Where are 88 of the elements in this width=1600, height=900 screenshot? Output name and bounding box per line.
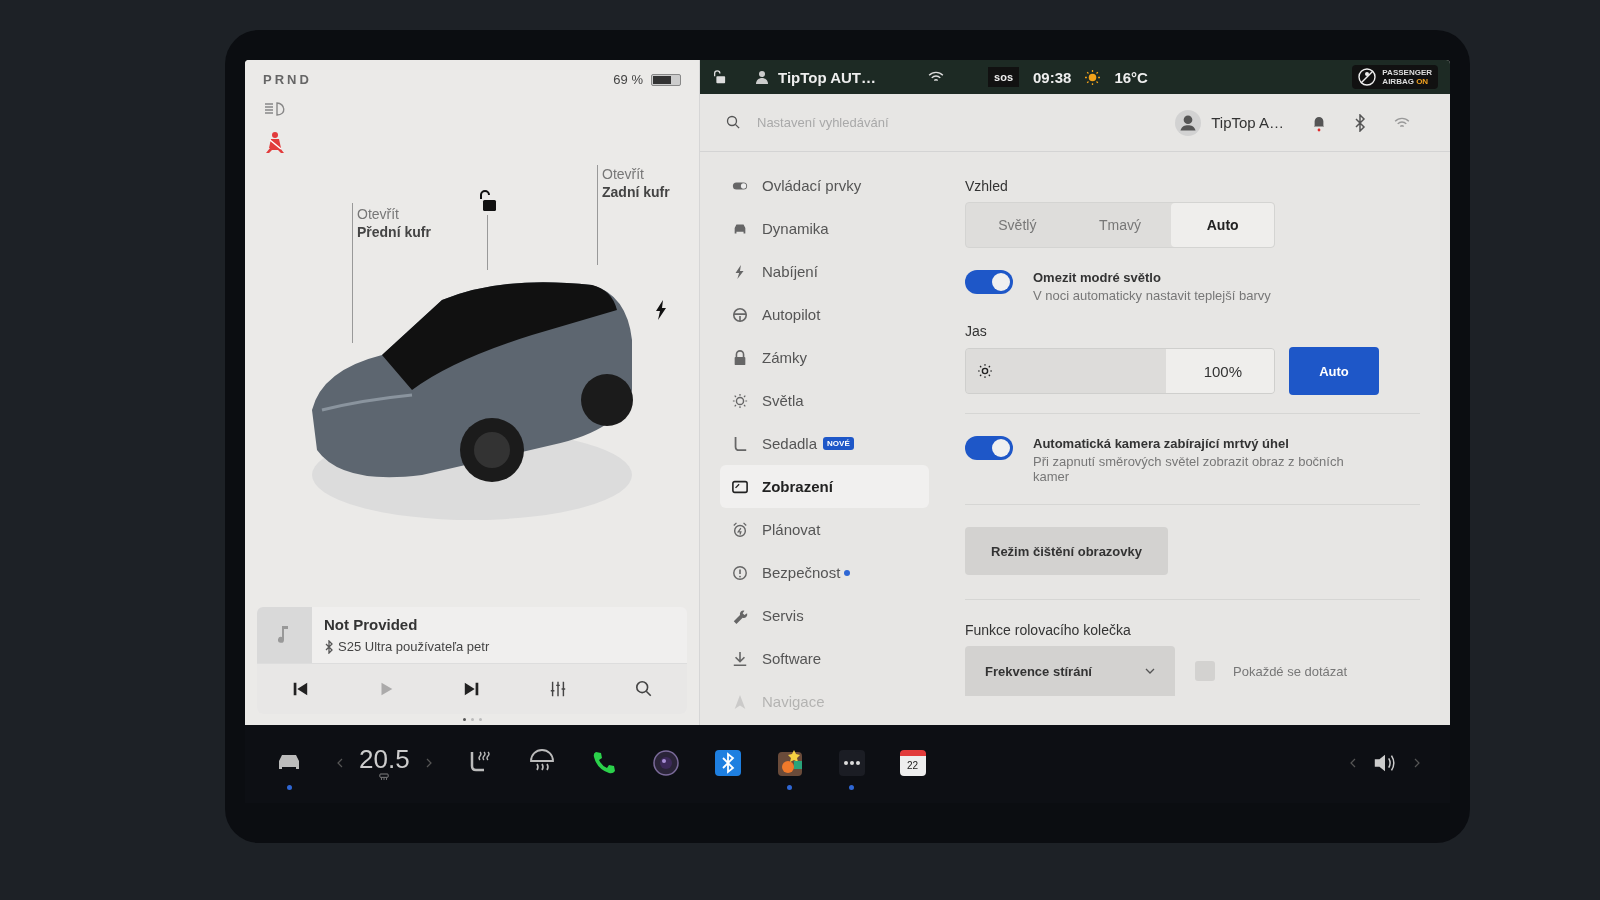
trunk-button[interactable]: Otevřít Zadní kufr xyxy=(602,165,670,201)
page-indicator-dot[interactable] xyxy=(462,718,466,721)
battery-icon xyxy=(651,73,681,86)
display-icon xyxy=(732,478,748,495)
airbag-state: AIRBAG ON xyxy=(1382,77,1430,86)
padlock-icon xyxy=(732,349,748,366)
download-icon xyxy=(732,650,748,667)
page-indicator-dot[interactable] xyxy=(478,718,482,721)
profile-name[interactable]: TipTop A… xyxy=(1211,114,1284,131)
sidebar-item[interactable]: Dynamika xyxy=(720,207,929,250)
clock: 09:38 xyxy=(1033,68,1072,86)
chevron-right-icon[interactable] xyxy=(1414,757,1420,768)
alarm-clock-icon xyxy=(732,521,748,538)
appearance-option[interactable]: Světlý xyxy=(966,203,1069,247)
calendar-icon[interactable]: 22 xyxy=(899,749,926,776)
steering-wheel-icon xyxy=(732,306,748,323)
avatar-icon[interactable] xyxy=(1175,109,1202,136)
sun-icon xyxy=(978,364,992,378)
sos-badge[interactable]: sos xyxy=(988,67,1019,87)
previous-track-icon xyxy=(291,680,309,698)
section-label: Funkce rolovacího kolečka xyxy=(965,622,1132,638)
trunk-button[interactable]: Otevřít Přední kufr xyxy=(357,205,431,241)
airbag-off-icon xyxy=(1358,68,1377,86)
setting-description: Při zapnutí směrových světel zobrazit obraz z bočních kamer xyxy=(1033,454,1345,484)
lightning-icon[interactable] xyxy=(655,300,667,320)
seatbelt-warning-icon xyxy=(263,131,287,155)
exclamation-circle-icon xyxy=(732,564,748,581)
search-icon xyxy=(635,680,653,698)
person-icon[interactable] xyxy=(754,69,770,85)
airbag-label: PASSENGER xyxy=(1382,68,1432,77)
seat-icon xyxy=(732,435,748,452)
chevron-down-icon xyxy=(1145,668,1155,674)
sidebar-item[interactable]: Servis xyxy=(720,594,929,637)
equalizer-icon xyxy=(549,680,567,698)
battery-percentage: 69 % xyxy=(613,72,643,87)
bluetooth-icon[interactable] xyxy=(1354,113,1366,132)
next-track-icon xyxy=(463,680,481,698)
sidebar-item[interactable]: Světla xyxy=(720,379,929,422)
chevron-right-icon[interactable] xyxy=(425,757,432,768)
chevron-left-icon[interactable] xyxy=(1350,757,1356,768)
sidebar-item[interactable]: Plánovat xyxy=(720,508,929,551)
auto-brightness-button[interactable]: Auto xyxy=(1289,347,1379,395)
section-label: Jas xyxy=(965,323,988,339)
cabin-temperature[interactable]: 20.5 xyxy=(359,745,410,773)
search-field[interactable]: Nastavení vyhledávání xyxy=(755,114,1015,131)
wiper-dropdown[interactable]: Frekvence stírání xyxy=(965,646,1175,696)
brightness-slider[interactable]: 100% xyxy=(965,348,1275,394)
bluetooth-icon[interactable] xyxy=(713,748,742,777)
unlocked-padlock-icon[interactable] xyxy=(477,190,497,212)
outside-temperature: 16°C xyxy=(1114,68,1148,86)
brightness-value: 100% xyxy=(1203,362,1242,380)
page-indicator-dot[interactable] xyxy=(470,718,474,721)
section-label: Vzhled xyxy=(965,178,1009,194)
gear-selector[interactable]: PRND xyxy=(263,72,312,87)
sidebar-item[interactable]: Sedadla NOVÉ xyxy=(720,422,929,465)
checkbox-label: Pokaždé se dotázat xyxy=(1233,663,1348,679)
new-badge: NOVÉ xyxy=(823,437,854,450)
camera-lens-icon[interactable] xyxy=(651,748,680,777)
setting-description: V noci automaticky nastavit teplejší barvy xyxy=(1033,288,1271,303)
sidebar-item[interactable]: Zobrazení xyxy=(720,465,929,508)
track-title: Not Provided xyxy=(324,616,419,633)
appearance-option[interactable]: Tmavý xyxy=(1068,203,1172,247)
track-source: S25 Ultra používateľa petr xyxy=(338,639,490,654)
sidebar-item[interactable]: Zámky xyxy=(720,336,929,379)
wifi-icon xyxy=(928,71,945,83)
climate-icon[interactable] xyxy=(379,773,390,780)
sidebar-item[interactable]: Bezpečnost xyxy=(720,551,929,594)
search-icon xyxy=(726,115,741,130)
game-tile-icon[interactable] xyxy=(775,748,804,777)
toggle-switch[interactable] xyxy=(965,436,1013,460)
appearance-option[interactable]: Auto xyxy=(1171,203,1274,247)
sidebar-item[interactable]: Software xyxy=(720,637,929,680)
setting-title: Automatická kamera zabírající mrtvý úhel xyxy=(1033,436,1290,451)
sidebar-item[interactable]: Nabíjení xyxy=(720,250,929,293)
screen-cleaning-button[interactable]: Režim čištění obrazovky xyxy=(965,527,1168,575)
sidebar-item[interactable]: Ovládací prvky xyxy=(720,164,929,207)
sun-icon xyxy=(1085,69,1101,85)
toggle-switch[interactable] xyxy=(965,270,1013,294)
chevron-left-icon[interactable] xyxy=(337,757,343,768)
wrench-icon xyxy=(732,607,748,624)
more-options-icon[interactable] xyxy=(837,748,866,777)
setting-title: Omezit modré světlo xyxy=(1033,270,1162,285)
leader-line xyxy=(487,215,488,270)
navigation-arrow-icon xyxy=(732,693,748,710)
sidebar-item[interactable]: Autopilot xyxy=(720,293,929,336)
bluetooth-icon xyxy=(324,639,334,654)
profile-name[interactable]: TipTop AUT… xyxy=(778,68,877,86)
unlocked-padlock-icon[interactable] xyxy=(712,70,726,84)
